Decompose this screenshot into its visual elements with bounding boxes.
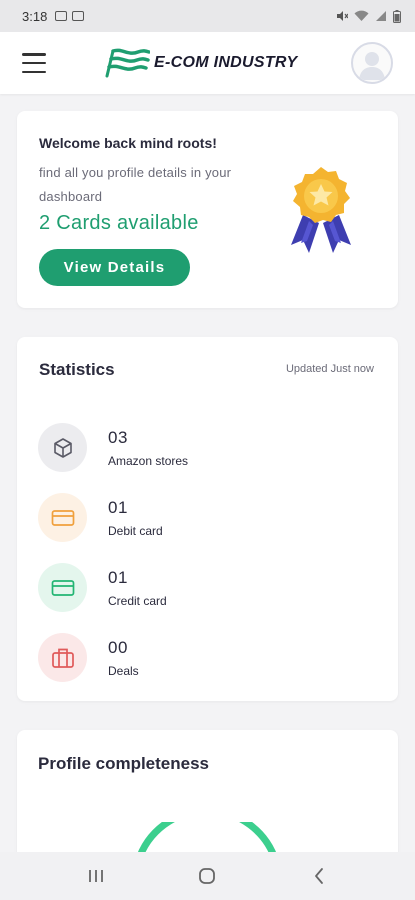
stat-item-debit-card[interactable]: 01 Debit card (38, 493, 163, 542)
battery-icon (393, 9, 401, 23)
stat-value: 01 (108, 567, 128, 587)
statistics-title: Statistics (39, 360, 115, 379)
brand-name: E-COM INDUSTRY (154, 54, 298, 71)
stat-text: 01 Debit card (108, 498, 163, 538)
app-bar: E-COM INDUSTRY (0, 32, 415, 94)
stat-value: 00 (108, 637, 128, 657)
recent-apps-icon (88, 870, 103, 882)
award-medal-icon (291, 167, 351, 253)
welcome-subtitle: find all you profile details in your das… (39, 165, 232, 204)
statistics-updated: Updated Just now (285, 363, 374, 375)
credit-card-icon (51, 579, 74, 596)
stat-icon-circle (38, 563, 87, 612)
profile-completeness-title: Profile completeness (38, 754, 210, 773)
stat-icon-circle (38, 633, 87, 682)
stat-text: 00 Deals (108, 638, 139, 678)
home-icon (199, 868, 216, 884)
stat-text: 01 Credit card (108, 568, 167, 608)
gallery-icon (55, 11, 68, 21)
wifi-icon (354, 10, 369, 21)
home-button[interactable] (177, 852, 237, 900)
system-nav-bar (0, 852, 415, 900)
mute-icon (337, 11, 348, 21)
stat-label: Deals (108, 663, 139, 678)
status-time: 3:18 (22, 8, 48, 24)
deals-icon (51, 648, 74, 668)
hamburger-icon (22, 53, 46, 56)
view-details-button[interactable]: View Details (39, 249, 190, 286)
back-button[interactable] (289, 852, 349, 900)
welcome-title: Welcome back mind roots! (39, 135, 217, 151)
stat-item-amazon-stores[interactable]: 03 Amazon stores (38, 423, 188, 472)
user-icon (359, 52, 385, 80)
box-icon (53, 437, 72, 458)
stat-text: 03 Amazon stores (108, 428, 188, 468)
stat-value: 01 (108, 497, 128, 517)
stat-value: 03 (108, 427, 128, 447)
status-notification-icons (55, 11, 85, 21)
debit-card-icon (51, 509, 74, 526)
recent-apps-button[interactable] (66, 852, 126, 900)
avatar[interactable] (351, 42, 393, 84)
stat-label: Credit card (108, 593, 167, 608)
stat-icon-circle (38, 423, 87, 472)
welcome-card: Welcome back mind roots! find all you pr… (17, 111, 398, 308)
status-system-icons (336, 9, 401, 23)
stat-item-deals[interactable]: 00 Deals (38, 633, 139, 682)
stat-label: Debit card (108, 523, 163, 538)
signal-icon (376, 11, 386, 21)
stat-item-credit-card[interactable]: 01 Credit card (38, 563, 167, 612)
brand-logo: E-COM INDUSTRY (104, 48, 297, 78)
flag-logo-icon (105, 48, 150, 78)
status-bar: 3:18 (0, 0, 415, 32)
image-icon (72, 11, 85, 21)
stat-icon-circle (38, 493, 87, 542)
back-icon (315, 868, 324, 884)
statistics-card: Statistics Updated Just now 03 Amazon st… (17, 337, 398, 701)
stat-label: Amazon stores (108, 453, 189, 468)
cards-available: 2 Cards available (39, 212, 199, 234)
menu-button[interactable] (22, 53, 46, 73)
